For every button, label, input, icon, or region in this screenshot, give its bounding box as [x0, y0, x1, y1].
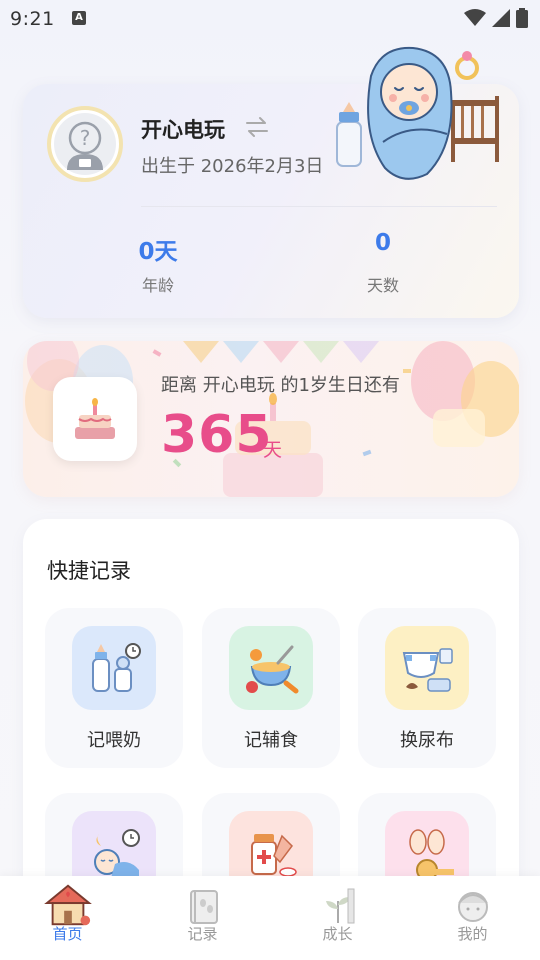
days-value: 0 — [374, 230, 391, 256]
home-icon — [43, 882, 93, 928]
quick-record-label: 记辅食 — [244, 730, 298, 751]
age-value: 0天 — [138, 239, 178, 265]
quick-record-title: 快捷记录 — [47, 559, 131, 583]
quick-record-label: 换尿布 — [400, 730, 454, 751]
svg-text:?: ? — [80, 126, 91, 150]
days-unit: 天 — [263, 439, 283, 461]
status-bar: 9:21 A — [0, 0, 540, 36]
status-time: 9:21 — [10, 8, 55, 30]
quick-record-feeding[interactable]: 记喂奶 — [45, 608, 183, 768]
diaper-icon — [385, 626, 469, 710]
wifi-icon — [464, 9, 486, 26]
bottom-navigation: 首页 记录 成长 我的 — [0, 876, 540, 960]
birthday-countdown-text: 距离 开心电玩 的1岁生日还有 — [161, 375, 400, 396]
profile-icon — [448, 882, 498, 928]
nav-label-growth: 成长 — [322, 925, 353, 943]
days-until-birthday: 365 — [161, 405, 273, 465]
record-book-icon — [178, 882, 228, 928]
switch-baby-icon[interactable] — [245, 116, 269, 142]
growth-icon — [313, 882, 363, 928]
nav-home[interactable]: 首页 — [0, 876, 135, 960]
nav-growth[interactable]: 成长 — [270, 876, 405, 960]
birth-date: 出生于 2026年2月3日 — [141, 156, 324, 177]
signal-icon — [492, 9, 510, 27]
unknown-avatar-icon: ? — [67, 121, 103, 170]
solid-food-icon — [229, 626, 313, 710]
battery-icon — [516, 8, 528, 28]
baby-profile-card[interactable]: ? 开心电玩 出生于 2026年2月3日 0天 年龄 0 天数 — [23, 46, 519, 318]
baby-name: 开心电玩 — [141, 118, 225, 142]
feeding-icon — [72, 626, 156, 710]
status-icons — [464, 8, 528, 28]
divider — [141, 206, 497, 207]
swaddled-baby-illustration — [336, 46, 499, 180]
nav-record[interactable]: 记录 — [135, 876, 270, 960]
nav-profile[interactable]: 我的 — [405, 876, 540, 960]
notification-icon: A — [72, 11, 86, 25]
age-label: 年龄 — [141, 276, 174, 295]
avatar[interactable]: ? — [47, 106, 123, 182]
quick-record-label: 记喂奶 — [87, 730, 141, 751]
nav-label-profile: 我的 — [457, 925, 488, 943]
quick-record-solid-food[interactable]: 记辅食 — [202, 608, 340, 768]
nav-label-record: 记录 — [187, 925, 218, 943]
days-label: 天数 — [366, 276, 399, 295]
birthday-countdown-card[interactable]: 距离 开心电玩 的1岁生日还有 365 天 — [23, 341, 519, 497]
nav-label-home: 首页 — [52, 925, 83, 943]
quick-record-diaper[interactable]: 换尿布 — [358, 608, 496, 768]
birthday-cake-icon — [75, 398, 115, 439]
birthday-cake-tile — [53, 377, 137, 461]
